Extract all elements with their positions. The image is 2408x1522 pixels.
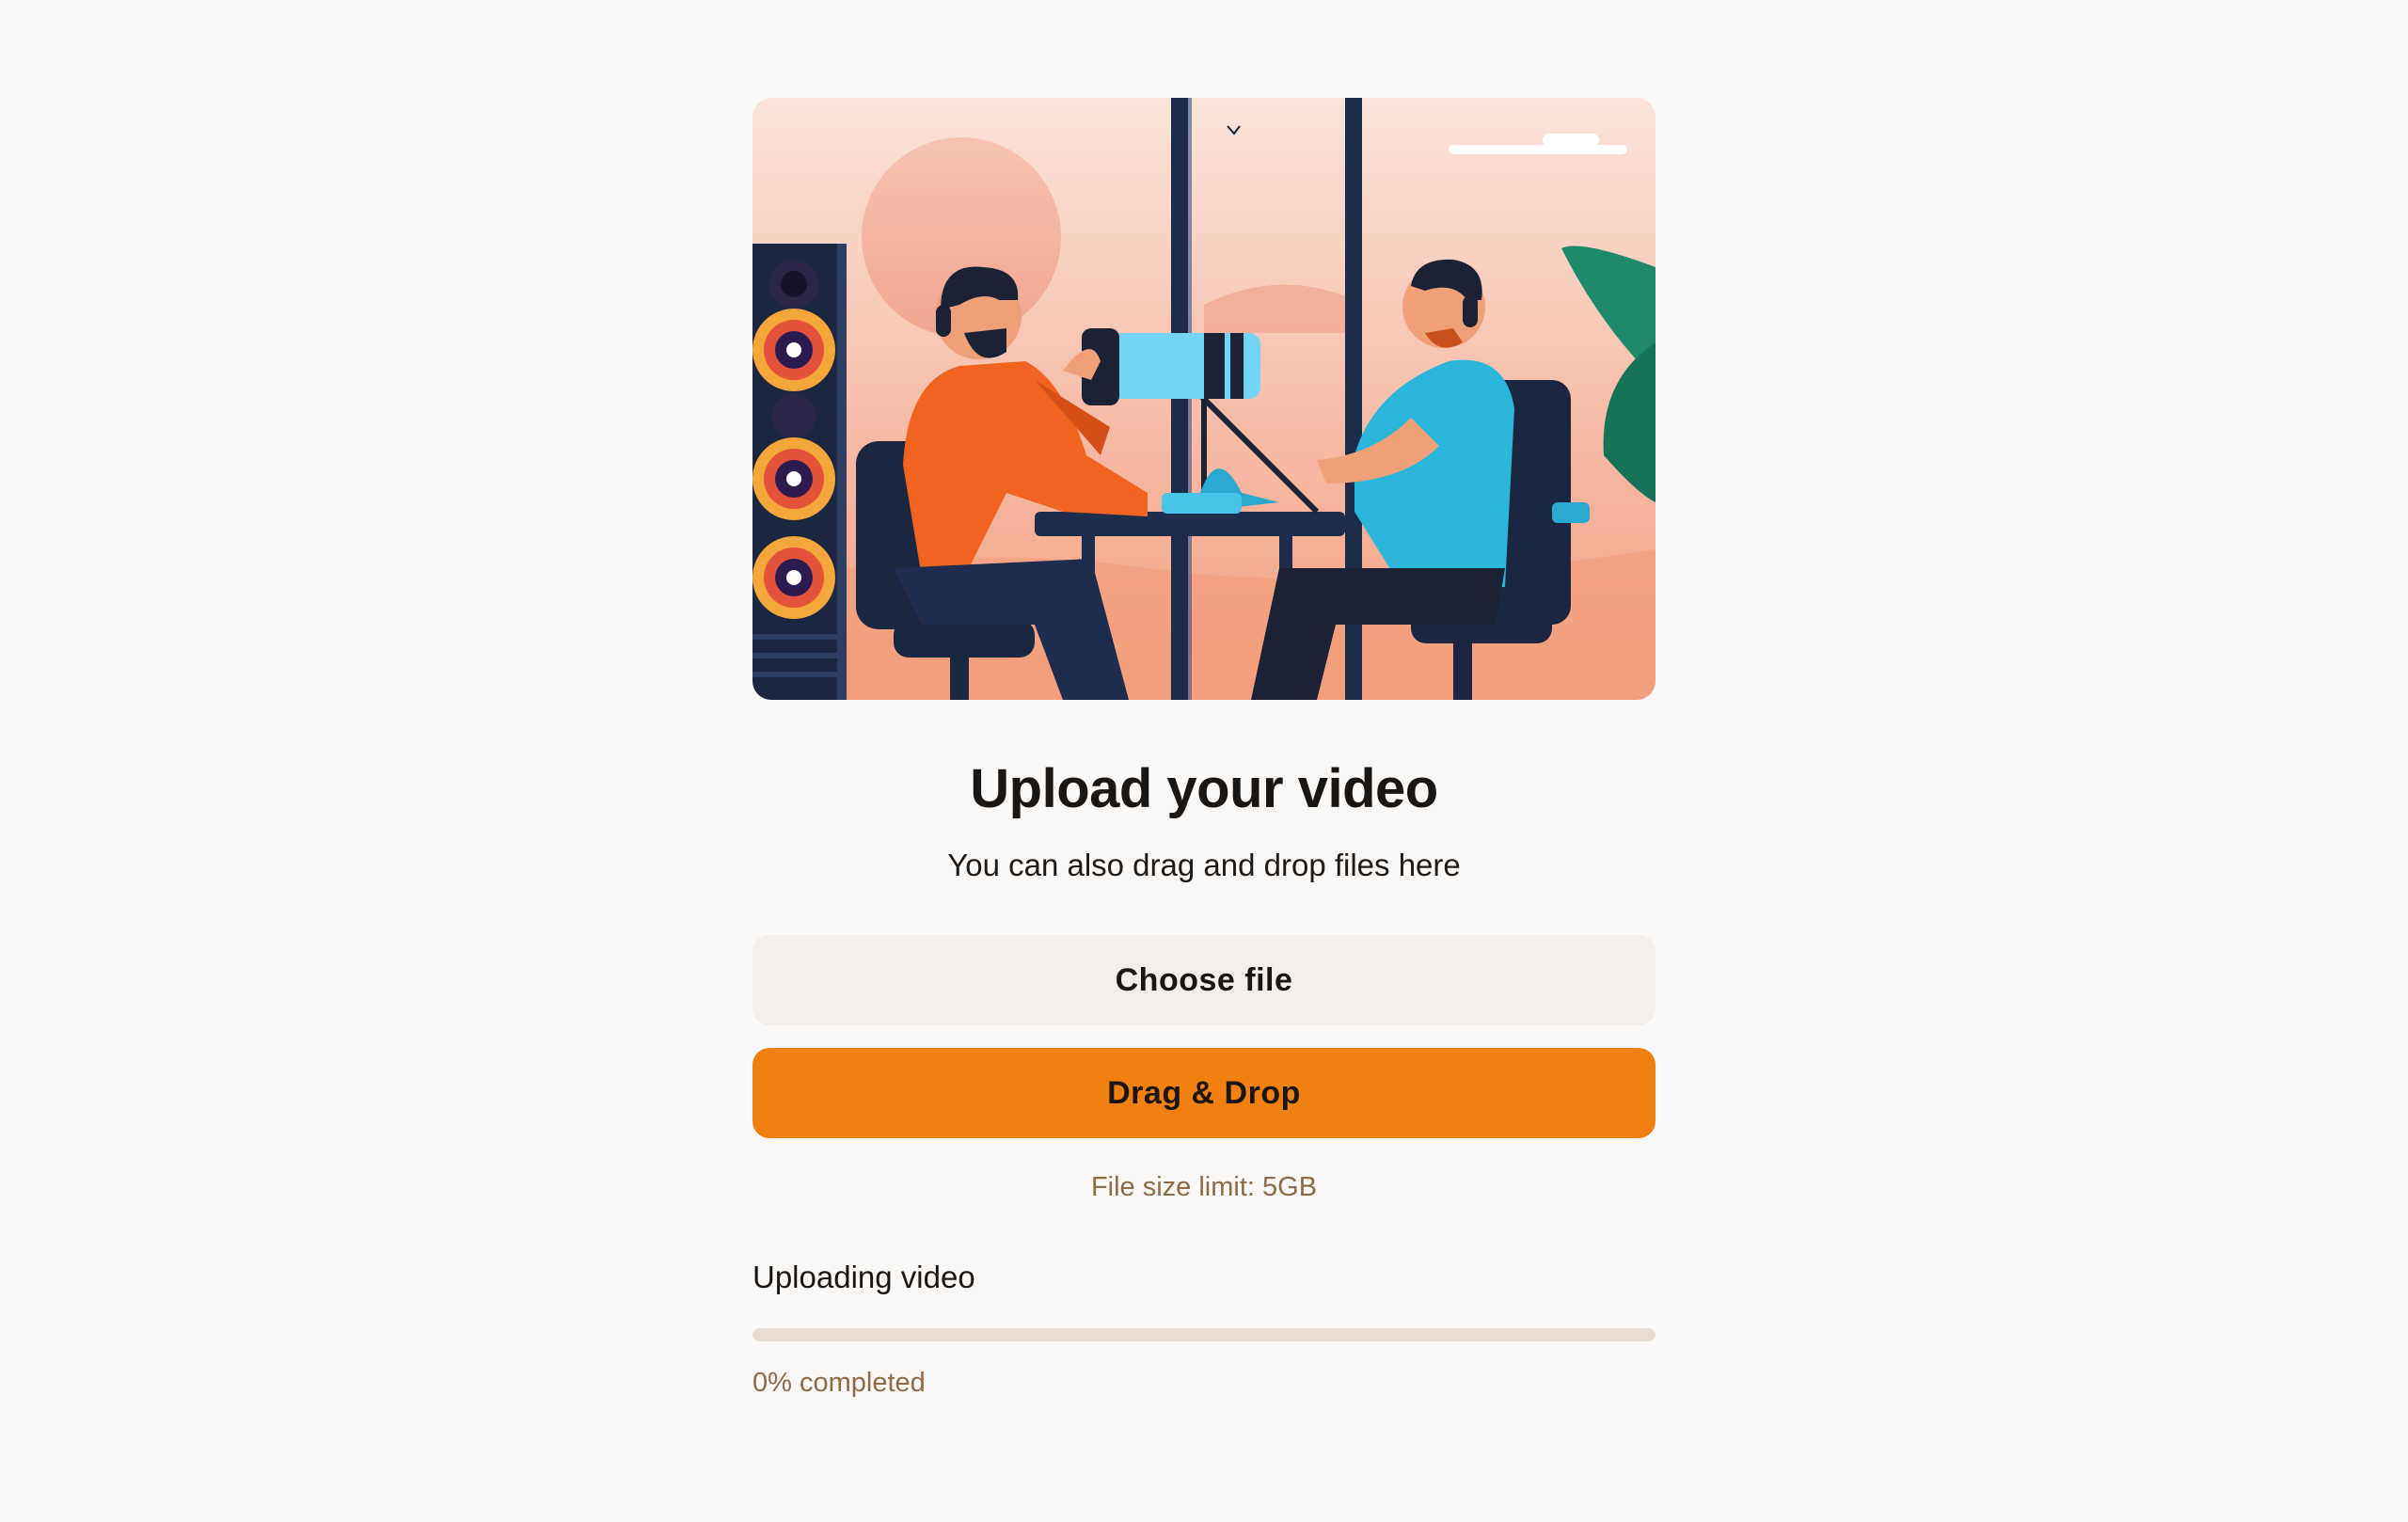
file-size-limit: File size limit: 5GB (1090, 1172, 1318, 1202)
progress-label: Uploading video (752, 1260, 975, 1294)
upload-page: Upload your video You can also drag and … (0, 0, 2408, 1522)
upload-progress-section: Uploading video 0% completed (752, 1257, 1656, 1402)
hero-illustration (752, 98, 1656, 700)
progress-status: 0% completed (752, 1368, 926, 1398)
drag-drop-button[interactable]: Drag & Drop (752, 1048, 1656, 1138)
upload-panel: Upload your video You can also drag and … (752, 98, 1656, 1402)
choose-file-button[interactable]: Choose file (752, 935, 1656, 1025)
podcast-illustration (752, 98, 1656, 700)
progress-bar (752, 1328, 1656, 1341)
page-title: Upload your video (970, 758, 1438, 819)
page-subtitle: You can also drag and drop files here (947, 848, 1461, 882)
